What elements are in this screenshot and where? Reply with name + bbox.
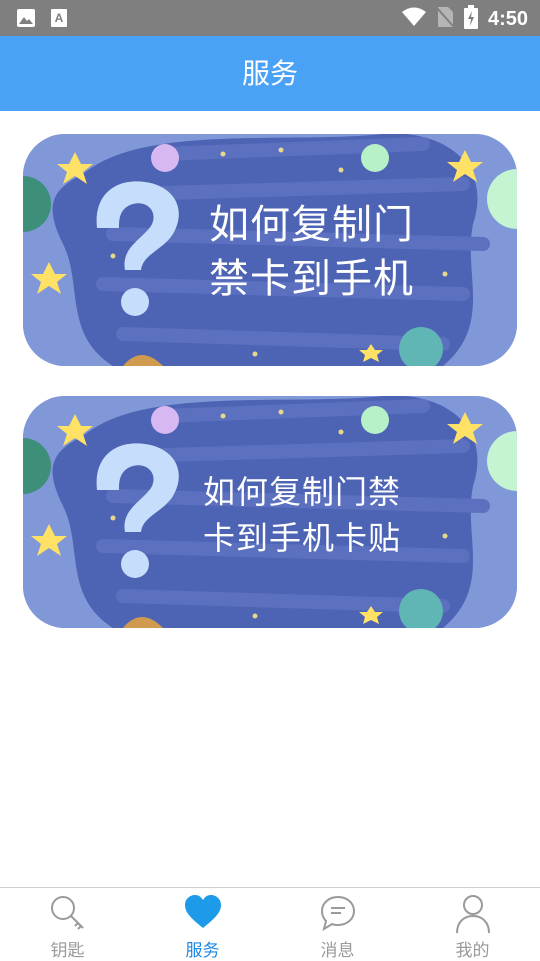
banner-title: 如何复制门 禁卡到手机: [209, 198, 414, 306]
status-time: 4:50: [487, 7, 528, 30]
battery-charging-icon: [463, 5, 478, 33]
banner-title-line: 禁卡到手机: [209, 256, 414, 302]
status-bar: A 4:50: [0, 0, 540, 36]
image-icon: [16, 8, 36, 32]
banner-title-line: 如何复制门: [209, 202, 414, 248]
tab-mine[interactable]: 我的: [405, 888, 540, 961]
wifi-icon: [401, 7, 426, 31]
svg-text:A: A: [55, 11, 64, 25]
tab-messages[interactable]: 消息: [270, 888, 405, 961]
tab-label: 钥匙: [50, 941, 85, 961]
font-icon: A: [50, 8, 68, 32]
chat-bubble-icon: [319, 894, 357, 936]
banner-copy-access-card[interactable]: 如何复制门 禁卡到手机: [23, 134, 517, 366]
search-key-icon: [49, 894, 87, 936]
bottom-tab-bar: 钥匙 服务 消息 我的: [0, 887, 540, 961]
page-title: 服务: [0, 36, 540, 111]
no-sim-icon: [436, 6, 454, 32]
tab-service[interactable]: 服务: [135, 888, 270, 961]
banner-title: 如何复制门禁 卡到手机卡贴: [203, 469, 401, 561]
banner-title-line: 卡到手机卡贴: [203, 519, 402, 557]
tab-label: 服务: [185, 941, 220, 961]
banner-copy-card-sticker[interactable]: 如何复制门禁 卡到手机卡贴: [23, 396, 517, 628]
banner-title-line: 如何复制门禁: [203, 473, 402, 511]
person-icon: [454, 894, 492, 938]
heart-icon: [184, 894, 222, 934]
tab-label: 消息: [320, 941, 355, 961]
tab-keys[interactable]: 钥匙: [0, 888, 135, 961]
tab-label: 我的: [455, 941, 490, 961]
